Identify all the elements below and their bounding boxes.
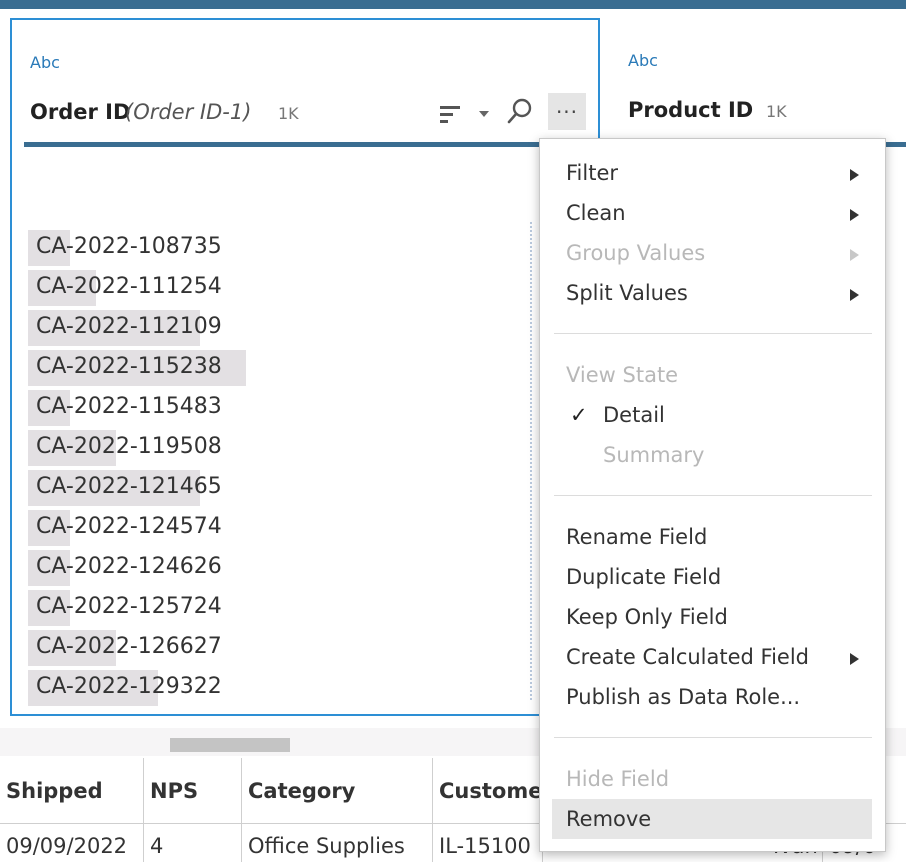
menu-item-group-values: Group Values bbox=[566, 241, 706, 265]
field-name[interactable]: Product ID bbox=[628, 98, 753, 122]
menu-item-create-calculated-field[interactable]: Create Calculated Field bbox=[566, 645, 809, 669]
horizontal-scroll-thumb[interactable] bbox=[170, 738, 290, 752]
value-label: CA-2022-115483 bbox=[36, 394, 222, 419]
submenu-arrow-icon bbox=[850, 249, 859, 261]
menu-item-remove[interactable]: Remove bbox=[566, 807, 651, 831]
submenu-arrow-icon bbox=[850, 169, 859, 181]
menu-item-filter[interactable]: Filter bbox=[566, 161, 618, 185]
value-label: CA-2022-112109 bbox=[36, 314, 222, 339]
value-label: CA-2022-111254 bbox=[36, 274, 222, 299]
value-row[interactable]: CA-2022-129322 bbox=[28, 668, 548, 708]
field-type-label: Abc bbox=[30, 53, 60, 72]
table-cell[interactable]: Office Supplies bbox=[242, 824, 433, 862]
value-row[interactable]: CA-2022-125724 bbox=[28, 588, 548, 628]
sort-dropdown-icon[interactable] bbox=[479, 111, 489, 117]
value-row[interactable]: CA-2022-115483 bbox=[28, 388, 548, 428]
menu-separator bbox=[554, 495, 872, 496]
value-row[interactable]: CA-2022-124626 bbox=[28, 548, 548, 588]
menu-item-detail[interactable]: Detail bbox=[603, 403, 665, 427]
table-cell[interactable]: IL-15100 bbox=[433, 824, 543, 862]
menu-item-rename-field[interactable]: Rename Field bbox=[566, 525, 707, 549]
field-type-label: Abc bbox=[628, 51, 658, 70]
search-icon[interactable] bbox=[506, 97, 534, 125]
value-label: CA-2022-125724 bbox=[36, 594, 222, 619]
value-label: CA-2022-121465 bbox=[36, 474, 222, 499]
sort-icon[interactable] bbox=[440, 106, 460, 124]
table-cell[interactable]: 09/09/2022 bbox=[0, 824, 144, 862]
menu-separator bbox=[554, 333, 872, 334]
value-label: CA-2022-115238 bbox=[36, 354, 222, 379]
submenu-arrow-icon bbox=[850, 289, 859, 301]
value-label: CA-2022-124626 bbox=[36, 554, 222, 579]
column-header-shipped[interactable]: Shipped bbox=[0, 758, 144, 824]
column-header-nps[interactable]: NPS bbox=[144, 758, 242, 824]
value-label: CA-2022-108735 bbox=[36, 234, 222, 259]
value-row[interactable]: CA-2022-121465 bbox=[28, 468, 548, 508]
more-options-button[interactable]: ··· bbox=[548, 93, 586, 130]
field-count: 1K bbox=[766, 102, 787, 121]
value-row[interactable]: CA-2022-112109 bbox=[28, 308, 548, 348]
menu-item-hide-field: Hide Field bbox=[566, 767, 670, 791]
field-context-menu: Filter Clean Group Values Split Values V… bbox=[539, 138, 886, 852]
value-row[interactable]: CA-2022-108735 bbox=[28, 228, 548, 268]
value-row[interactable]: CA-2022-111254 bbox=[28, 268, 548, 308]
value-row[interactable]: CA-2022-126627 bbox=[28, 628, 548, 668]
value-label: CA-2022-126627 bbox=[36, 634, 222, 659]
checkmark-icon: ✓ bbox=[570, 403, 588, 427]
menu-item-split-values[interactable]: Split Values bbox=[566, 281, 688, 305]
value-label: CA-2022-129322 bbox=[36, 674, 222, 699]
field-header-rule bbox=[24, 142, 598, 147]
value-list: CA-2022-108735 CA-2022-111254 CA-2022-1121… bbox=[28, 228, 548, 708]
value-label: CA-2022-119508 bbox=[36, 434, 222, 459]
menu-separator bbox=[554, 737, 872, 738]
field-alias: (Order ID-1) bbox=[125, 100, 252, 124]
field-count: 1K bbox=[278, 104, 299, 123]
menu-item-publish-data-role[interactable]: Publish as Data Role... bbox=[566, 685, 800, 709]
value-row[interactable]: CA-2022-119508 bbox=[28, 428, 548, 468]
menu-item-keep-only-field[interactable]: Keep Only Field bbox=[566, 605, 728, 629]
value-row[interactable]: CA-2022-124574 bbox=[28, 508, 548, 548]
value-row[interactable]: CA-2022-115238 bbox=[28, 348, 548, 388]
top-accent-bar bbox=[0, 0, 906, 9]
submenu-arrow-icon bbox=[850, 209, 859, 221]
menu-item-summary[interactable]: Summary bbox=[603, 443, 704, 467]
submenu-arrow-icon bbox=[850, 653, 859, 665]
value-label: CA-2022-124574 bbox=[36, 514, 222, 539]
field-name[interactable]: Order ID bbox=[30, 100, 130, 124]
menu-item-clean[interactable]: Clean bbox=[566, 201, 626, 225]
menu-section-view-state: View State bbox=[566, 363, 679, 387]
table-cell[interactable]: 4 bbox=[144, 824, 242, 862]
column-header-category[interactable]: Category bbox=[242, 758, 433, 824]
column-header-customer[interactable]: Custome bbox=[433, 758, 543, 824]
menu-item-duplicate-field[interactable]: Duplicate Field bbox=[566, 565, 721, 589]
field-card-order-id[interactable]: Abc Order ID (Order ID-1) 1K ··· CA-2022… bbox=[10, 18, 600, 716]
